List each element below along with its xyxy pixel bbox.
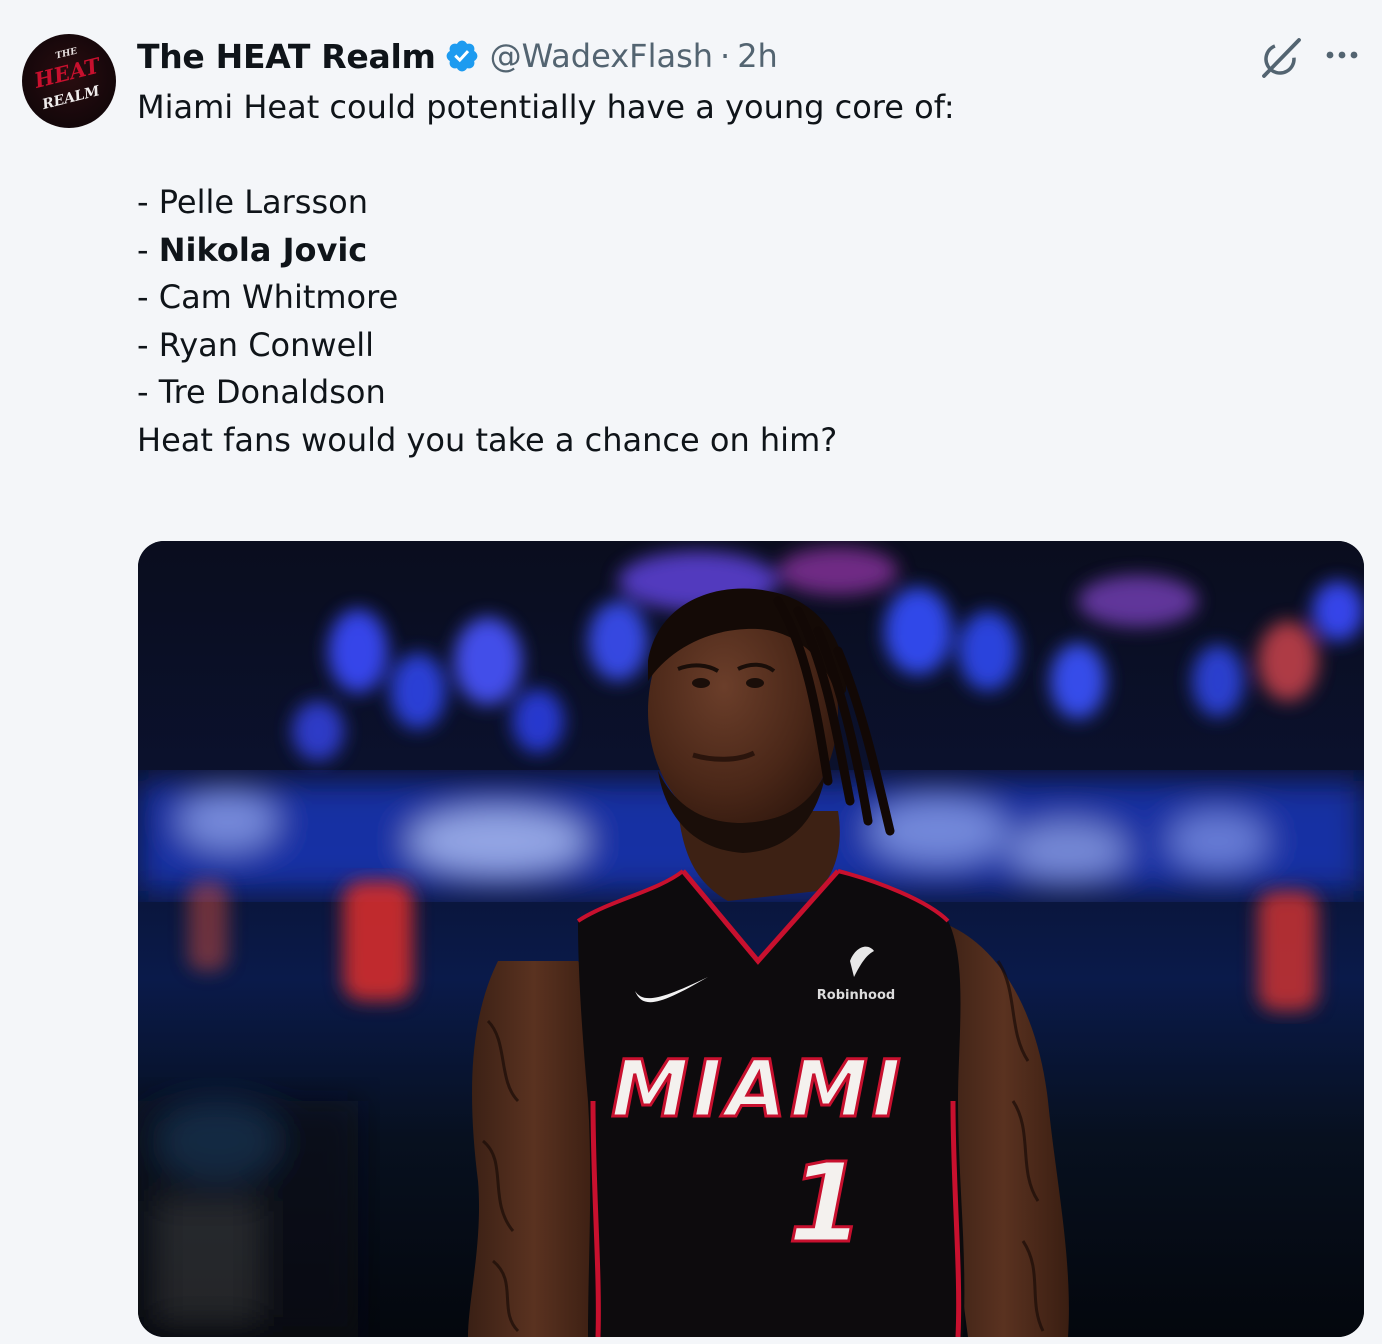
grok-icon[interactable] — [1258, 36, 1304, 80]
list-item-dash: - — [137, 230, 159, 269]
list-item: - Pelle Larsson — [137, 183, 368, 221]
jersey-number: 1 — [788, 1139, 865, 1267]
user-handle[interactable]: @WadexFlash — [490, 37, 713, 75]
list-item-bold-name: Nikola Jovic — [158, 230, 368, 269]
display-name[interactable]: The HEAT Realm — [137, 37, 436, 76]
list-item: - Cam Whitmore — [137, 278, 399, 316]
tweet-intro: Miami Heat could potentially have a youn… — [137, 88, 955, 126]
more-options-icon[interactable] — [1322, 45, 1362, 65]
jersey-sponsor: Robinhood — [817, 988, 895, 1003]
timestamp[interactable]: 2h — [737, 37, 778, 75]
tweet-card[interactable]: THE HEAT REALM The HEAT Realm @WadexFlas… — [0, 0, 1382, 1344]
tweet-question: Heat fans would you take a chance on him… — [137, 420, 838, 459]
tweet-photo[interactable]: Robinhood MIAMI 1 — [138, 541, 1364, 1337]
verified-badge-icon[interactable] — [444, 38, 480, 74]
separator-dot: · — [720, 37, 731, 75]
player-photo: Robinhood MIAMI 1 — [138, 541, 1364, 1337]
list-item: - Tre Donaldson — [137, 373, 386, 411]
tweet-text: Miami Heat could potentially have a youn… — [137, 84, 955, 464]
avatar-logo: THE HEAT REALM — [31, 47, 104, 114]
list-item: - Ryan Conwell — [137, 325, 375, 364]
list-item-highlighted: - Nikola Jovic — [137, 227, 955, 275]
tweet-header: The HEAT Realm @WadexFlash · 2h — [137, 34, 778, 78]
jersey-wordmark: MIAMI — [611, 1045, 905, 1135]
avatar[interactable]: THE HEAT REALM — [22, 34, 116, 128]
